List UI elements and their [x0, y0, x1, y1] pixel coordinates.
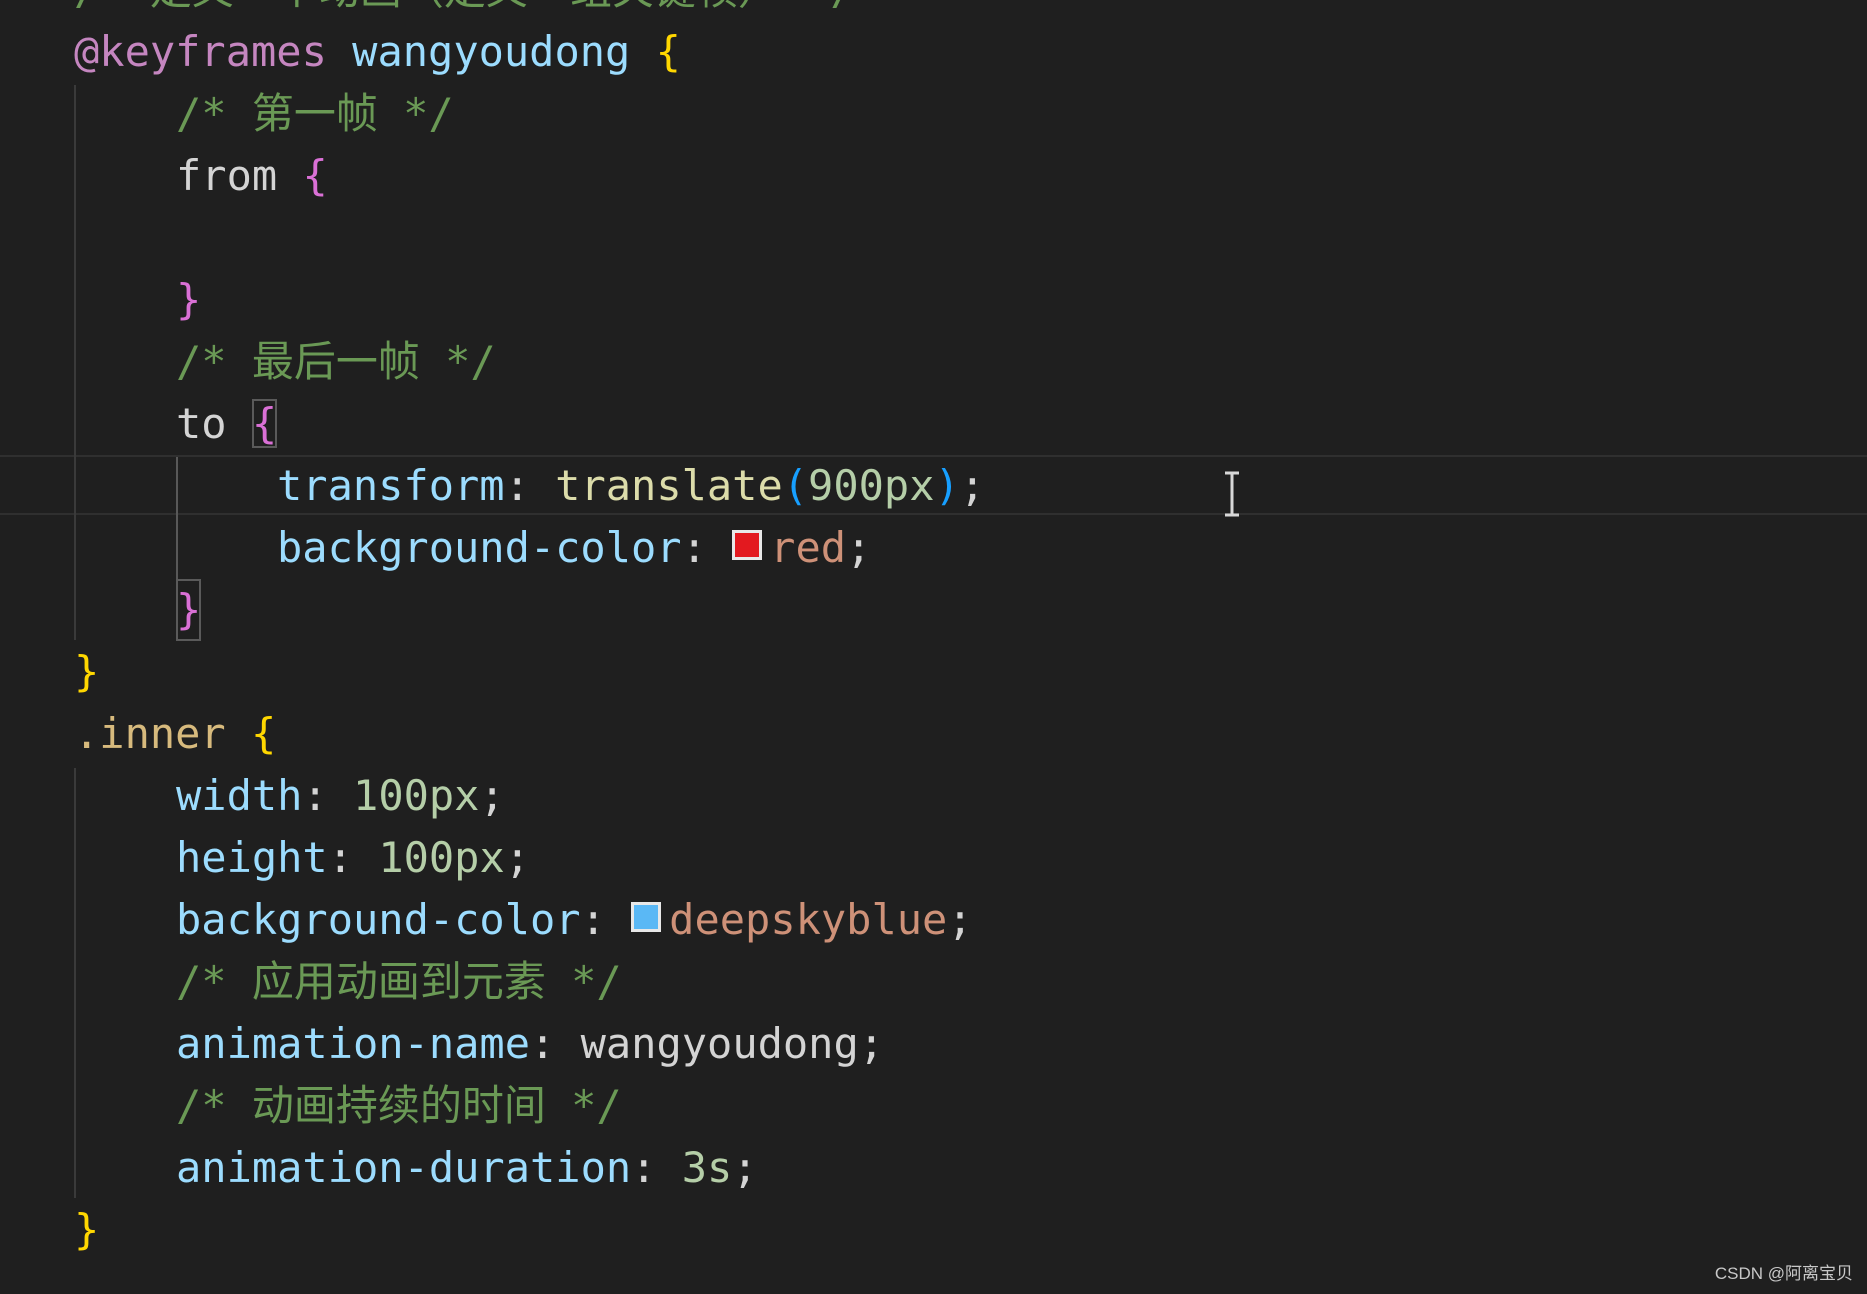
close-brace: } — [176, 275, 202, 324]
paren-open: ( — [782, 461, 809, 510]
color-value: red — [770, 523, 847, 572]
code-line-10: } — [0, 579, 1867, 641]
semicolon: ; — [479, 771, 505, 820]
colon: : — [681, 523, 707, 572]
color-swatch-deepskyblue[interactable] — [631, 902, 662, 932]
comment-apply-animation: /* 应用动画到元素 */ — [176, 957, 622, 1006]
number-value: 900px — [808, 461, 935, 510]
code-line-5: } — [0, 269, 1867, 331]
inner-rule: .inner { — [74, 703, 276, 765]
comment-last-frame: /* 最后一帧 */ — [176, 337, 496, 386]
code-line-0: /* 定义一个动画（定义一组关键帧） */ — [0, 0, 1867, 21]
class-selector: .inner — [74, 709, 226, 758]
function-name: translate — [555, 461, 783, 510]
colon: : — [302, 771, 328, 820]
semicolon: ; — [732, 1143, 758, 1192]
semicolon: ; — [947, 895, 973, 944]
animation-name-declaration: animation-name: wangyoudong; — [176, 1013, 884, 1075]
close-brace: } — [74, 647, 100, 696]
comment-animation-duration: /* 动画持续的时间 */ — [176, 1081, 622, 1130]
property-name: background-color — [277, 523, 682, 572]
code-line-13: width: 100px; — [0, 765, 1867, 827]
animation-duration-declaration: animation-duration: 3s; — [176, 1137, 758, 1199]
matched-open-brace: { — [251, 399, 278, 448]
property-name: background-color — [176, 895, 581, 944]
number-value: 100px — [378, 833, 505, 882]
semicolon: ; — [504, 833, 531, 882]
semicolon: ; — [959, 461, 986, 510]
comment-first-frame: /* 第一帧 */ — [176, 89, 454, 138]
code-line-6: /* 最后一帧 */ — [0, 331, 1867, 393]
from-keyframe: from { — [176, 145, 328, 207]
colon: : — [530, 1019, 556, 1068]
semicolon: ; — [858, 1019, 885, 1068]
code-line-3: from { — [0, 145, 1867, 207]
code-line-1: @keyframes wangyoudong { — [0, 21, 1867, 83]
colon: : — [504, 461, 530, 510]
open-brace: { — [302, 151, 328, 200]
semicolon: ; — [846, 523, 872, 572]
code-line-9: background-color: red; — [0, 517, 1867, 579]
property-name: animation-duration — [176, 1143, 632, 1192]
matched-close-brace: } — [176, 579, 202, 641]
paren-close: ) — [934, 461, 960, 510]
property-name: animation-name — [176, 1019, 531, 1068]
from-keyword: from — [176, 151, 278, 200]
colon: : — [580, 895, 606, 944]
animation-name-value: wangyoudong — [580, 1019, 859, 1068]
open-brace: { — [655, 27, 681, 76]
code-line-7: to { — [0, 393, 1867, 455]
number-value: 100px — [353, 771, 480, 820]
code-editor[interactable]: /* 定义一个动画（定义一组关键帧） */ @keyframes wangyou… — [0, 0, 1867, 1294]
code-line-20: } — [0, 1199, 1867, 1261]
width-declaration: width: 100px; — [176, 765, 505, 827]
property-name: width — [176, 771, 303, 820]
number-value: 3s — [681, 1143, 733, 1192]
code-line-14: height: 100px; — [0, 827, 1867, 889]
colon: : — [631, 1143, 657, 1192]
property-name: height — [176, 833, 328, 882]
background-color-declaration: background-color: red; — [277, 517, 871, 579]
code-line-16: /* 应用动画到元素 */ — [0, 951, 1867, 1013]
comment-define-animation: /* 定义一个动画（定义一组关键帧） */ — [74, 0, 856, 21]
code-line-19: animation-duration: 3s; — [0, 1137, 1867, 1199]
text-cursor-icon — [1225, 471, 1239, 517]
to-keyframe: to { — [176, 393, 278, 455]
watermark: CSDN @阿离宝贝 — [1714, 1264, 1853, 1283]
code-line-11: } — [0, 641, 1867, 703]
keyframes-declaration: @keyframes wangyoudong { — [74, 21, 681, 83]
open-brace: { — [251, 709, 277, 758]
code-line-15: background-color: deepskyblue; — [0, 889, 1867, 951]
background-color-declaration: background-color: deepskyblue; — [176, 889, 973, 951]
code-line-12: .inner { — [0, 703, 1867, 765]
colon: : — [327, 833, 354, 882]
code-line-8: transform: translate(900px); — [0, 455, 1867, 517]
transform-declaration: transform: translate(900px); — [277, 455, 985, 517]
color-value: deepskyblue — [669, 895, 948, 944]
to-keyword: to — [176, 399, 227, 448]
property-name: transform — [277, 461, 505, 510]
code-line-18: /* 动画持续的时间 */ — [0, 1075, 1867, 1137]
code-line-2: /* 第一帧 */ — [0, 83, 1867, 145]
at-rule-keyword: @keyframes — [74, 27, 327, 76]
height-declaration: height: 100px; — [176, 827, 530, 889]
code-line-17: animation-name: wangyoudong; — [0, 1013, 1867, 1075]
animation-name-identifier: wangyoudong — [352, 27, 631, 76]
close-brace: } — [74, 1205, 100, 1254]
color-swatch-red[interactable] — [732, 530, 763, 560]
